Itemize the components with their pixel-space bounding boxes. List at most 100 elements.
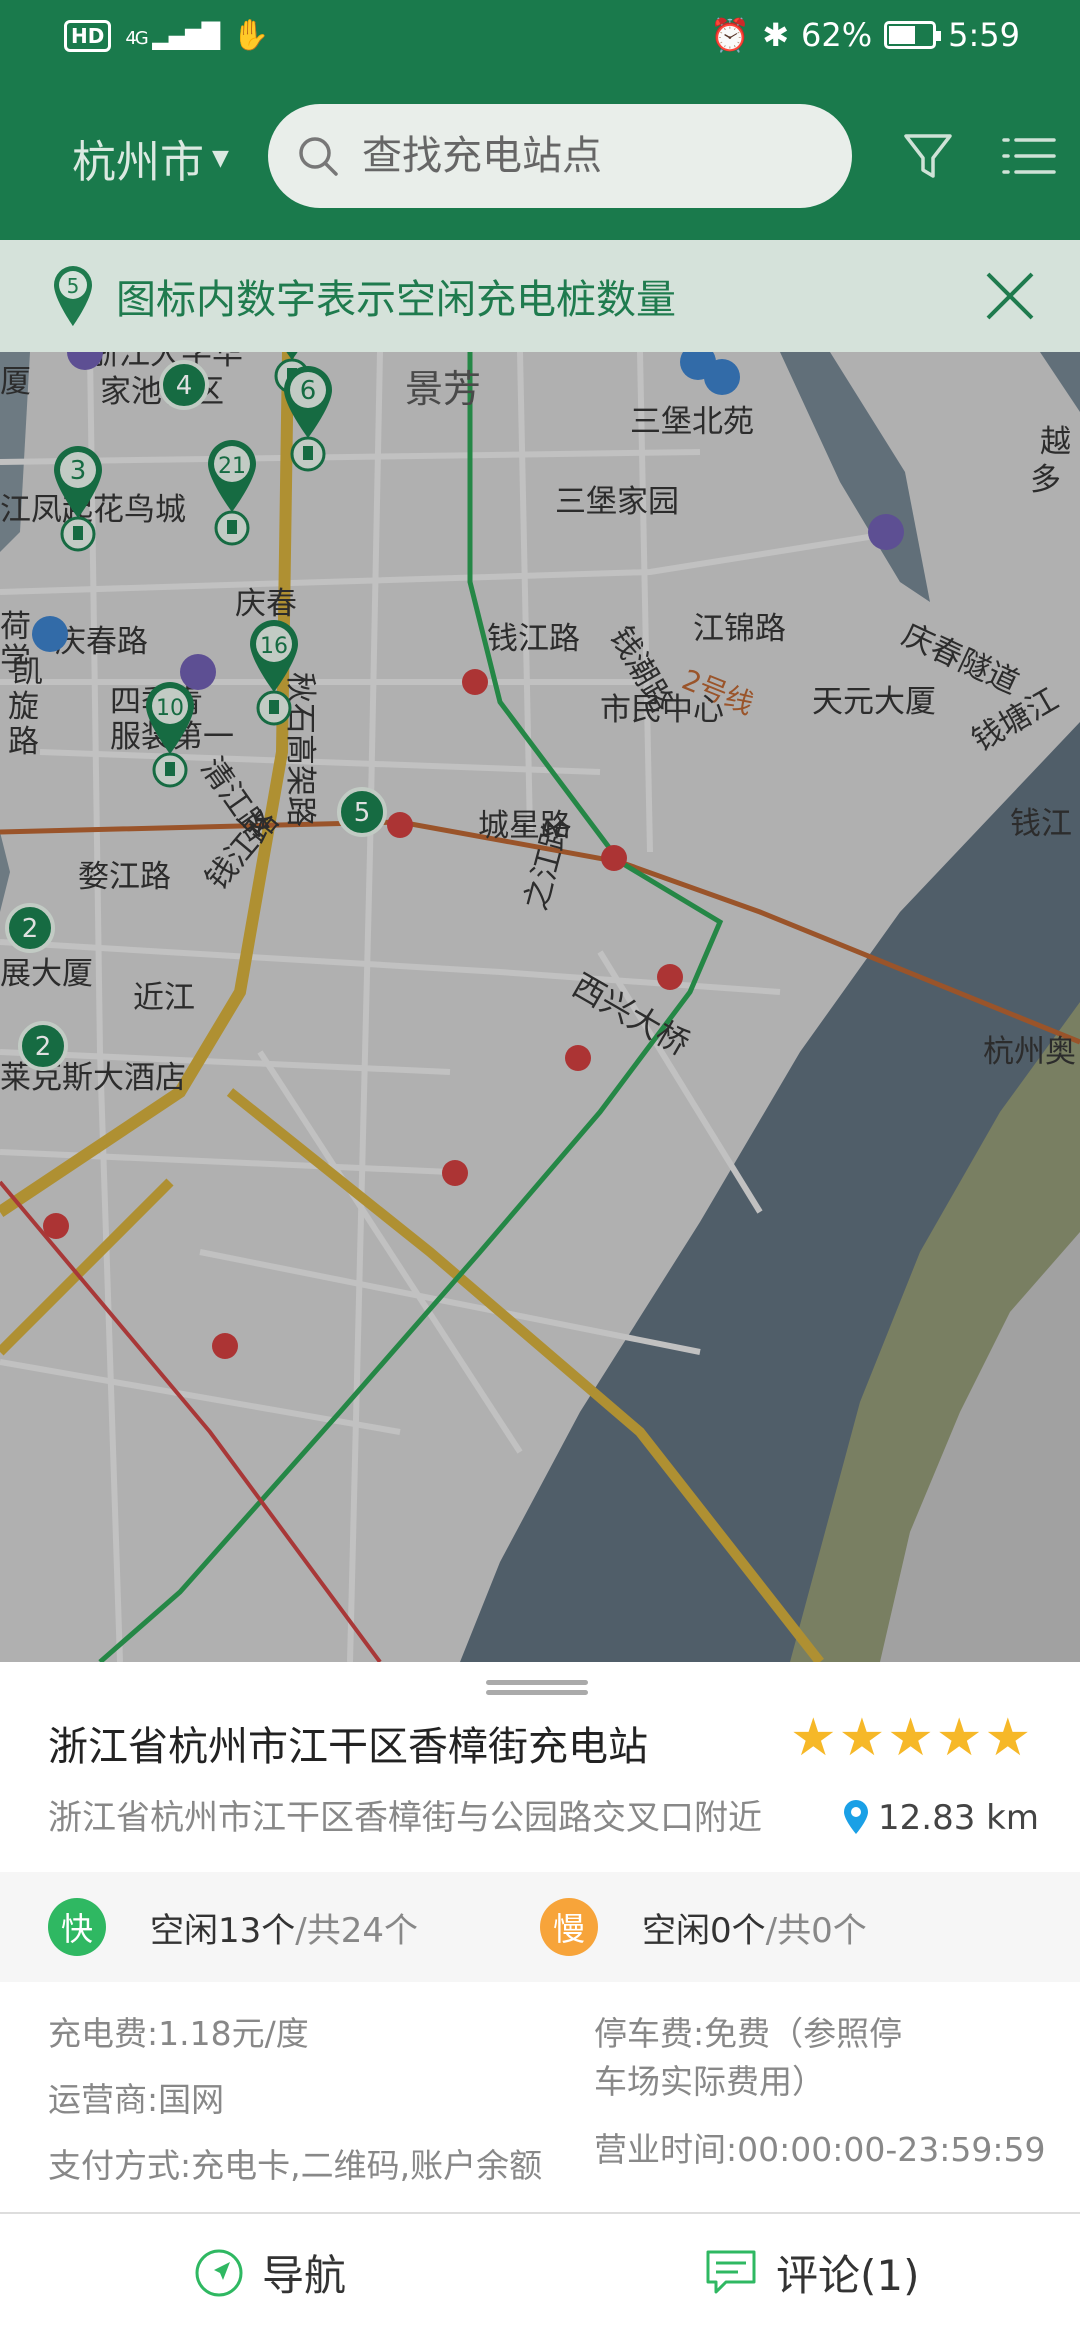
charging-pin[interactable]: 2 (18, 1021, 68, 1071)
map-label: 天元大厦 (812, 684, 936, 720)
pin-count: 4 (176, 371, 193, 401)
charging-pin[interactable]: 21 (208, 440, 256, 546)
map-label: 旋 (8, 689, 39, 725)
network-type: 4G (125, 27, 148, 49)
navigate-button[interactable]: 导航 (194, 2242, 346, 2303)
map-label: 庆春 (235, 586, 297, 622)
map-canvas[interactable]: 浙江大学华 家池校区 厦 景芳 三堡北苑 越 多 江凤起花鸟城 三堡家园 钱潮路… (0, 352, 1080, 1662)
comments-label: 评论(1) (776, 2251, 920, 2300)
map-label: 三堡北苑 (630, 404, 754, 440)
map-label: 近江 (133, 980, 195, 1016)
status-bar: HD 4G ▂▄▆█ ✋ ⏰ ✱ 62% 5:59 (0, 0, 1080, 72)
parking-fee-line1: 停车费:免费（参照停 (594, 2014, 903, 2053)
map-label: 三堡家园 (555, 484, 679, 520)
app-header: HD 4G ▂▄▆█ ✋ ⏰ ✱ 62% 5:59 杭州市 ▼ (0, 0, 1080, 240)
map-label: 多 (1030, 462, 1061, 498)
operator: 运营商:国网 (48, 2080, 225, 2119)
battery-icon (884, 21, 942, 49)
navigation-icon (195, 2249, 243, 2296)
pin-count: 10 (156, 696, 184, 721)
map-label: 厦 (0, 364, 31, 400)
plug-icon (269, 700, 279, 714)
station-address: 浙江省杭州市江干区香樟街与公园路交叉口附近 (48, 1798, 762, 1838)
slow-badge: 慢 (540, 1898, 598, 1956)
map-label: 江凤起花鸟城 (0, 492, 186, 528)
navigate-label: 导航 (262, 2251, 347, 2300)
payment-methods: 支付方式:充电卡,二维码,账户余额 (48, 2146, 543, 2185)
notification-icon: ✋ (232, 18, 270, 53)
poi-icon (868, 514, 904, 550)
city-selector[interactable]: 杭州市 ▼ (72, 126, 229, 190)
bluetooth-icon: ✱ (762, 16, 790, 54)
city-label: 杭州市 (72, 137, 204, 188)
map-view[interactable]: 浙江大学华 家池校区 厦 景芳 三堡北苑 越 多 江凤起花鸟城 三堡家园 钱潮路… (0, 352, 1080, 1662)
slow-total: /共0个 (765, 1910, 867, 1951)
map-label: 杭州奥 (983, 1034, 1076, 1070)
star-icon: ★ (887, 1708, 934, 1768)
hd-indicator: HD (64, 19, 112, 52)
charging-pin[interactable]: 2 (5, 903, 55, 953)
search-icon (299, 137, 338, 176)
map-label: 钱江路 (487, 621, 580, 657)
poi-icon (180, 654, 216, 690)
plug-icon (303, 446, 313, 460)
comments-button[interactable]: 评论(1) (704, 2242, 920, 2303)
list-icon[interactable] (996, 124, 1060, 188)
charging-pin[interactable]: 5 (337, 787, 387, 837)
drag-handle[interactable] (486, 1680, 588, 1695)
business-hours: 营业时间:00:00:00-23:59:59 (594, 2130, 1046, 2169)
signal-icon: 4G ▂▄▆█ (125, 21, 220, 50)
station-name: 浙江省杭州市江干区香樟街充电站 (48, 1724, 648, 1770)
map-label: 越 (1040, 424, 1071, 460)
fast-free: 空闲13个 (150, 1910, 296, 1951)
tip-pin-number: 5 (67, 274, 80, 298)
alarm-icon: ⏰ (710, 16, 751, 54)
fast-charger-info: 快 空闲13个/共24个 (48, 1898, 418, 1956)
battery-percent: 62% (801, 16, 873, 54)
map-label: 景芳 (405, 367, 481, 411)
tip-text: 图标内数字表示空闲充电桩数量 (116, 277, 676, 323)
clock: 5:59 (948, 16, 1020, 54)
availability-bar: 快 空闲13个/共24个 慢 空闲0个/共0个 (0, 1872, 1080, 1982)
location-pin-icon (844, 1800, 868, 1834)
charging-fee: 充电费:1.18元/度 (48, 2014, 309, 2053)
map-label: 秋石高架路 (282, 672, 318, 827)
action-bar: 导航 评论(1) (0, 2212, 1080, 2340)
station-detail-sheet: 浙江省杭州市江干区香樟街充电站 ★ ★ ★ ★ ★ 浙江省杭州市江干区香樟街与公… (0, 1662, 1080, 2340)
map-label: 荷 (0, 609, 31, 645)
poi-icon (704, 359, 740, 395)
rating-stars: ★ ★ ★ ★ ★ (790, 1710, 1031, 1766)
parking-fee-line2: 车场实际费用） (594, 2062, 825, 2101)
pin-count: 16 (260, 634, 288, 659)
poi-icon (32, 616, 68, 652)
station-distance: 12.83 km (842, 1798, 1039, 1838)
star-icon: ★ (935, 1708, 983, 1768)
pin-count: 3 (70, 456, 87, 486)
search-input[interactable] (362, 133, 822, 179)
plug-icon (227, 520, 237, 534)
pin-count: 21 (218, 454, 246, 479)
map-label: 江锦路 (693, 611, 786, 647)
slow-free: 空闲0个 (642, 1910, 766, 1951)
map-label: 庆春路 (55, 624, 148, 660)
map-label: 展大厦 (0, 956, 93, 992)
star-icon: ★ (838, 1708, 886, 1768)
close-icon[interactable] (980, 266, 1040, 326)
search-bar[interactable] (268, 104, 852, 208)
fast-total: /共24个 (295, 1910, 418, 1951)
slow-charger-info: 慢 空闲0个/共0个 (540, 1898, 867, 1956)
star-icon: ★ (984, 1708, 1032, 1768)
plug-icon (165, 762, 175, 776)
map-label: 婺江路 (78, 859, 171, 895)
filter-icon[interactable] (896, 124, 960, 188)
plug-icon (73, 526, 83, 540)
map-label: 路 (8, 724, 39, 760)
comment-icon (706, 2250, 756, 2293)
pin-icon: 5 (54, 266, 92, 326)
charging-pin[interactable]: 4 (159, 360, 209, 410)
star-icon: ★ (790, 1708, 837, 1768)
map-label: 钱江 (1010, 806, 1072, 842)
distance-value: 12.83 km (878, 1798, 1039, 1838)
pin-count: 5 (354, 798, 371, 828)
map-label: 市民中心 (600, 692, 724, 728)
